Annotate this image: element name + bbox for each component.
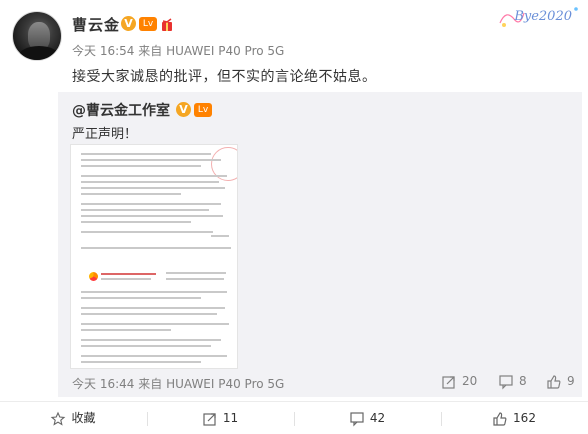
repost-container: @曹云金工作室 V Lv 严正声明！ 今天 16:44 来自 HUAWEI P4… [58, 92, 582, 397]
repost-time[interactable]: 今天 16:44 [72, 377, 134, 391]
favorite-button[interactable]: 收藏 [0, 402, 147, 434]
like-button[interactable]: 162 [441, 402, 588, 434]
level-badge-icon[interactable]: Lv [139, 17, 157, 31]
post-source[interactable]: HUAWEI P40 Pro 5G [166, 44, 284, 58]
repost-like-button[interactable]: 9 [547, 373, 575, 389]
favorite-label: 收藏 [71, 411, 96, 425]
comment-icon [350, 411, 364, 426]
thumbs-up-icon [547, 374, 561, 389]
repost-source[interactable]: HUAWEI P40 Pro 5G [166, 377, 284, 391]
star-icon [51, 411, 66, 426]
repost-comment-count: 8 [519, 374, 527, 388]
repost-count: 11 [222, 411, 239, 425]
post-action-bar: 收藏 11 42 162 [0, 401, 588, 434]
repost-comment-button[interactable]: 8 [499, 373, 527, 389]
post-text: 接受大家诚恳的批评，但不实的言论绝不姑息。 [72, 69, 377, 85]
statement-document-image[interactable] [70, 144, 238, 369]
share-icon [203, 412, 216, 426]
comment-count: 42 [369, 411, 386, 425]
author-avatar[interactable] [12, 11, 62, 61]
comment-icon [499, 374, 513, 389]
repost-verified-badge-icon: V [176, 102, 191, 117]
repost-like-count: 9 [567, 374, 575, 388]
repost-meta: 今天 16:44 来自 HUAWEI P40 Pro 5G [72, 375, 284, 392]
comment-button[interactable]: 42 [294, 402, 441, 434]
card-decoration: Bye2020 [496, 3, 582, 31]
repost-author-name[interactable]: @曹云金工作室 [72, 100, 170, 120]
repost-text: 严正声明！ [72, 127, 138, 142]
repost-button[interactable]: 11 [147, 402, 294, 434]
member-gift-icon[interactable] [160, 17, 174, 31]
share-icon [442, 375, 455, 389]
card-decoration-text: Bye2020 [514, 9, 572, 24]
weibo-post-card: Bye2020 曹云金 V Lv 今天 16:54 来自 HUAWEI P40 … [0, 0, 588, 434]
repost-forward-count: 20 [462, 374, 478, 388]
post-time[interactable]: 今天 16:54 [72, 44, 134, 58]
author-name[interactable]: 曹云金 [72, 14, 120, 35]
post-source-prefix: 来自 [138, 44, 163, 58]
repost-level-badge-icon[interactable]: Lv [194, 103, 212, 117]
repost-source-prefix: 来自 [138, 377, 163, 391]
like-count: 162 [513, 411, 536, 425]
thumbs-up-icon [493, 411, 507, 426]
post-meta: 今天 16:54 来自 HUAWEI P40 Pro 5G [72, 42, 284, 59]
repost-forward-button[interactable]: 20 [442, 373, 477, 389]
verified-badge-icon: V [121, 16, 136, 31]
